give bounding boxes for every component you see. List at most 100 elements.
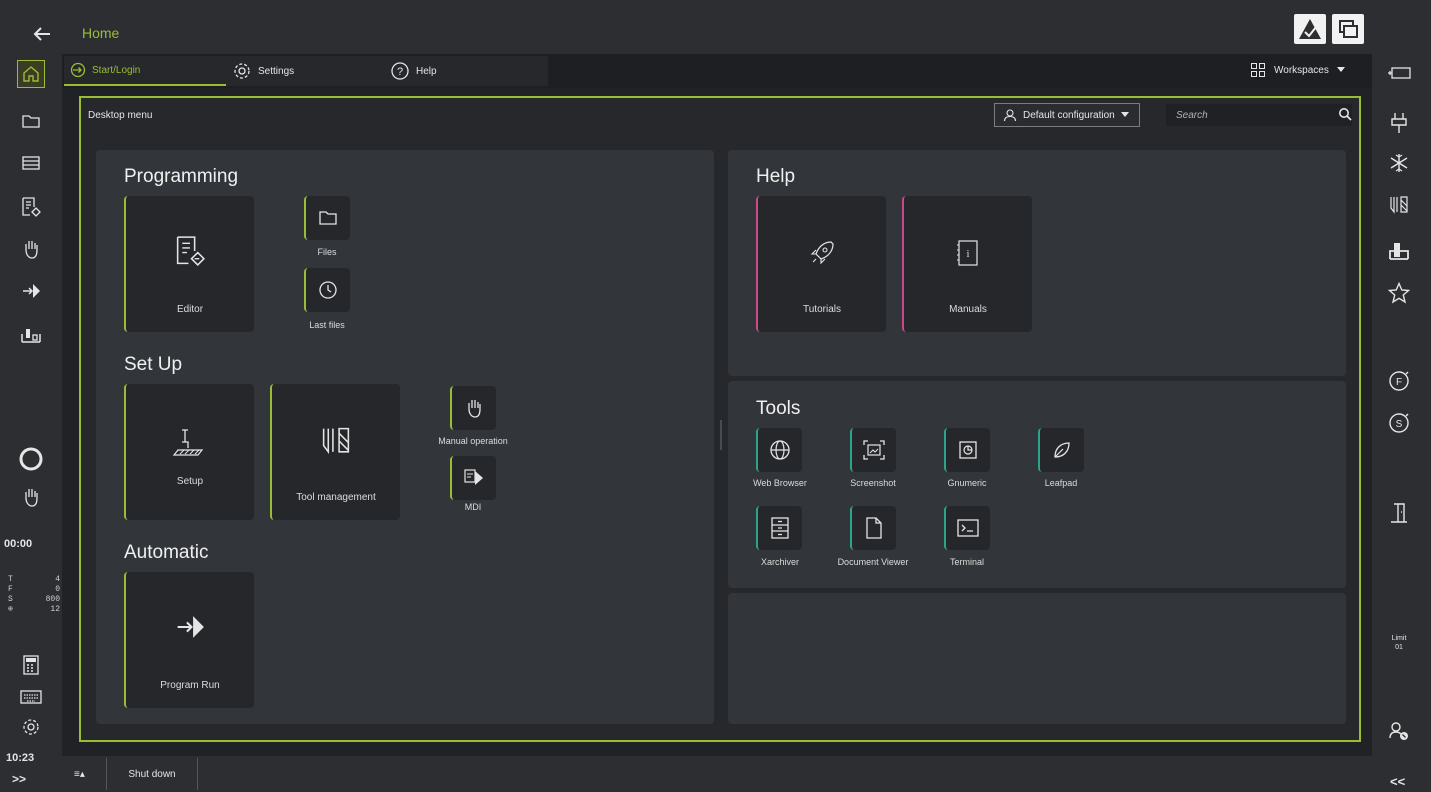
tile-document-viewer[interactable] bbox=[850, 506, 896, 550]
sidebar-machine-button[interactable] bbox=[18, 322, 44, 348]
svg-text:i: i bbox=[967, 249, 970, 260]
machine-icon bbox=[1389, 243, 1409, 260]
spindle-icon bbox=[1391, 113, 1407, 133]
workspaces-dropdown[interactable]: Workspaces bbox=[1240, 58, 1362, 82]
folder-icon bbox=[22, 115, 40, 128]
screenshot-icon bbox=[863, 440, 885, 460]
tile-last-files[interactable] bbox=[304, 268, 350, 312]
f-label: F bbox=[8, 585, 13, 594]
tile-terminal[interactable] bbox=[944, 506, 990, 550]
workspaces-label: Workspaces bbox=[1274, 64, 1329, 76]
svg-text:?: ? bbox=[397, 66, 403, 78]
tile-label: Tutorials bbox=[803, 304, 841, 315]
tile-tool-management[interactable]: Tool management bbox=[270, 384, 400, 520]
tile-xarchiver[interactable] bbox=[756, 506, 802, 550]
tile-leafpad[interactable] bbox=[1038, 428, 1084, 472]
tool-management-icon bbox=[1390, 196, 1408, 214]
right-machine-button[interactable] bbox=[1386, 238, 1412, 264]
tile-files[interactable] bbox=[304, 196, 350, 240]
mdi-icon bbox=[464, 469, 483, 485]
sidebar-table-button[interactable] bbox=[18, 150, 44, 176]
limit-value: 01 bbox=[1395, 644, 1403, 651]
right-user-button[interactable] bbox=[1386, 718, 1412, 744]
back-arrow-icon[interactable] bbox=[30, 22, 54, 46]
desktop-menu-label: Desktop menu bbox=[88, 110, 153, 121]
sidebar-manual-button[interactable] bbox=[18, 236, 44, 262]
d-value: 12 bbox=[50, 605, 60, 614]
section-title-programming: Programming bbox=[124, 166, 239, 187]
right-tool-management-button[interactable] bbox=[1386, 192, 1412, 218]
window-switch-icon[interactable] bbox=[1332, 14, 1364, 44]
right-coolant-button[interactable] bbox=[1386, 150, 1412, 176]
user-lock-icon bbox=[1389, 722, 1408, 740]
title-bar bbox=[0, 0, 1372, 54]
tile-manuals[interactable]: i Manuals bbox=[902, 196, 1032, 332]
panel-resize-handle[interactable] bbox=[720, 420, 722, 450]
tile-gnumeric[interactable] bbox=[944, 428, 990, 472]
right-spindle-button[interactable] bbox=[1386, 110, 1412, 136]
program-run-icon bbox=[23, 284, 40, 298]
tab-label: Start/Login bbox=[92, 64, 141, 76]
expand-sidebar-button[interactable]: >> bbox=[12, 772, 26, 786]
tile-manual-operation[interactable] bbox=[450, 386, 496, 430]
search-box[interactable] bbox=[1166, 104, 1352, 126]
tool-label: Leafpad bbox=[1044, 478, 1078, 488]
hand-icon bbox=[25, 489, 38, 507]
sidebar-program-run-button[interactable] bbox=[18, 278, 44, 304]
tile-last-files-label: Last files bbox=[309, 320, 345, 330]
spreadsheet-chart-icon bbox=[959, 441, 977, 459]
table-icon bbox=[22, 156, 40, 170]
sidebar-editor-button[interactable] bbox=[18, 194, 44, 220]
setup-probe-icon bbox=[172, 428, 208, 458]
tab-start-login[interactable]: Start/Login bbox=[64, 56, 226, 86]
tile-web-browser[interactable] bbox=[756, 428, 802, 472]
tab-settings[interactable]: Settings bbox=[226, 56, 384, 86]
tile-files-label: Files bbox=[317, 247, 337, 257]
terminal-icon bbox=[957, 519, 979, 537]
tile-label: Program Run bbox=[160, 680, 220, 691]
brand-logo-button[interactable] bbox=[1294, 14, 1326, 44]
spindle-override-icon: S bbox=[1389, 413, 1409, 433]
section-title-tools: Tools bbox=[756, 398, 801, 419]
tile-program-run[interactable]: Program Run bbox=[124, 572, 254, 708]
tile-tutorials[interactable]: Tutorials bbox=[756, 196, 886, 332]
star-icon bbox=[1387, 281, 1411, 304]
sidebar-settings-button[interactable] bbox=[18, 714, 44, 740]
svg-text:S: S bbox=[1396, 419, 1403, 430]
help-circle-icon: ? bbox=[391, 62, 409, 80]
page-title: Home bbox=[82, 25, 120, 41]
right-feed-override-button[interactable]: F bbox=[1386, 368, 1412, 394]
tile-mdi[interactable] bbox=[450, 456, 496, 500]
folder-icon bbox=[319, 211, 337, 225]
timer-display: 00:00 bbox=[4, 538, 33, 550]
clock-display: 10:23 bbox=[6, 752, 35, 764]
right-spindle-override-button[interactable]: S bbox=[1386, 410, 1412, 436]
tool-label: Screenshot bbox=[850, 478, 896, 488]
search-icon[interactable] bbox=[1338, 107, 1352, 121]
sidebar-keyboard-button[interactable] bbox=[18, 684, 44, 710]
right-door-button[interactable] bbox=[1386, 500, 1412, 526]
tile-editor[interactable]: Editor bbox=[124, 196, 254, 332]
menu-toggle-button[interactable]: ≡▴ bbox=[74, 764, 104, 784]
search-input[interactable] bbox=[1176, 109, 1326, 121]
collapse-sidebar-button[interactable]: << bbox=[1390, 774, 1405, 789]
tile-screenshot[interactable] bbox=[850, 428, 896, 472]
right-favorites-button[interactable] bbox=[1386, 280, 1412, 306]
tile-label: Tool management bbox=[296, 492, 376, 503]
s-label: S bbox=[8, 595, 13, 604]
sidebar-calculator-button[interactable] bbox=[18, 652, 44, 678]
sidebar-home-button[interactable] bbox=[17, 60, 45, 88]
feed-override-icon: F bbox=[1389, 371, 1409, 391]
tab-help[interactable]: ? Help bbox=[384, 56, 548, 86]
configuration-dropdown[interactable]: Default configuration bbox=[994, 103, 1140, 127]
archive-cabinet-icon bbox=[771, 517, 789, 539]
shutdown-button[interactable]: Shut down bbox=[106, 758, 198, 790]
right-battery-button[interactable] bbox=[1386, 60, 1412, 86]
sidebar-files-button[interactable] bbox=[18, 108, 44, 134]
calculator-icon bbox=[23, 655, 39, 675]
empty-panel bbox=[728, 593, 1346, 724]
status-circle-indicator bbox=[18, 446, 44, 472]
status-readout: T 4 F 0 S 800 ⊕ 12 bbox=[8, 575, 60, 615]
tile-setup[interactable]: Setup bbox=[124, 384, 254, 520]
section-title-help: Help bbox=[756, 166, 796, 187]
